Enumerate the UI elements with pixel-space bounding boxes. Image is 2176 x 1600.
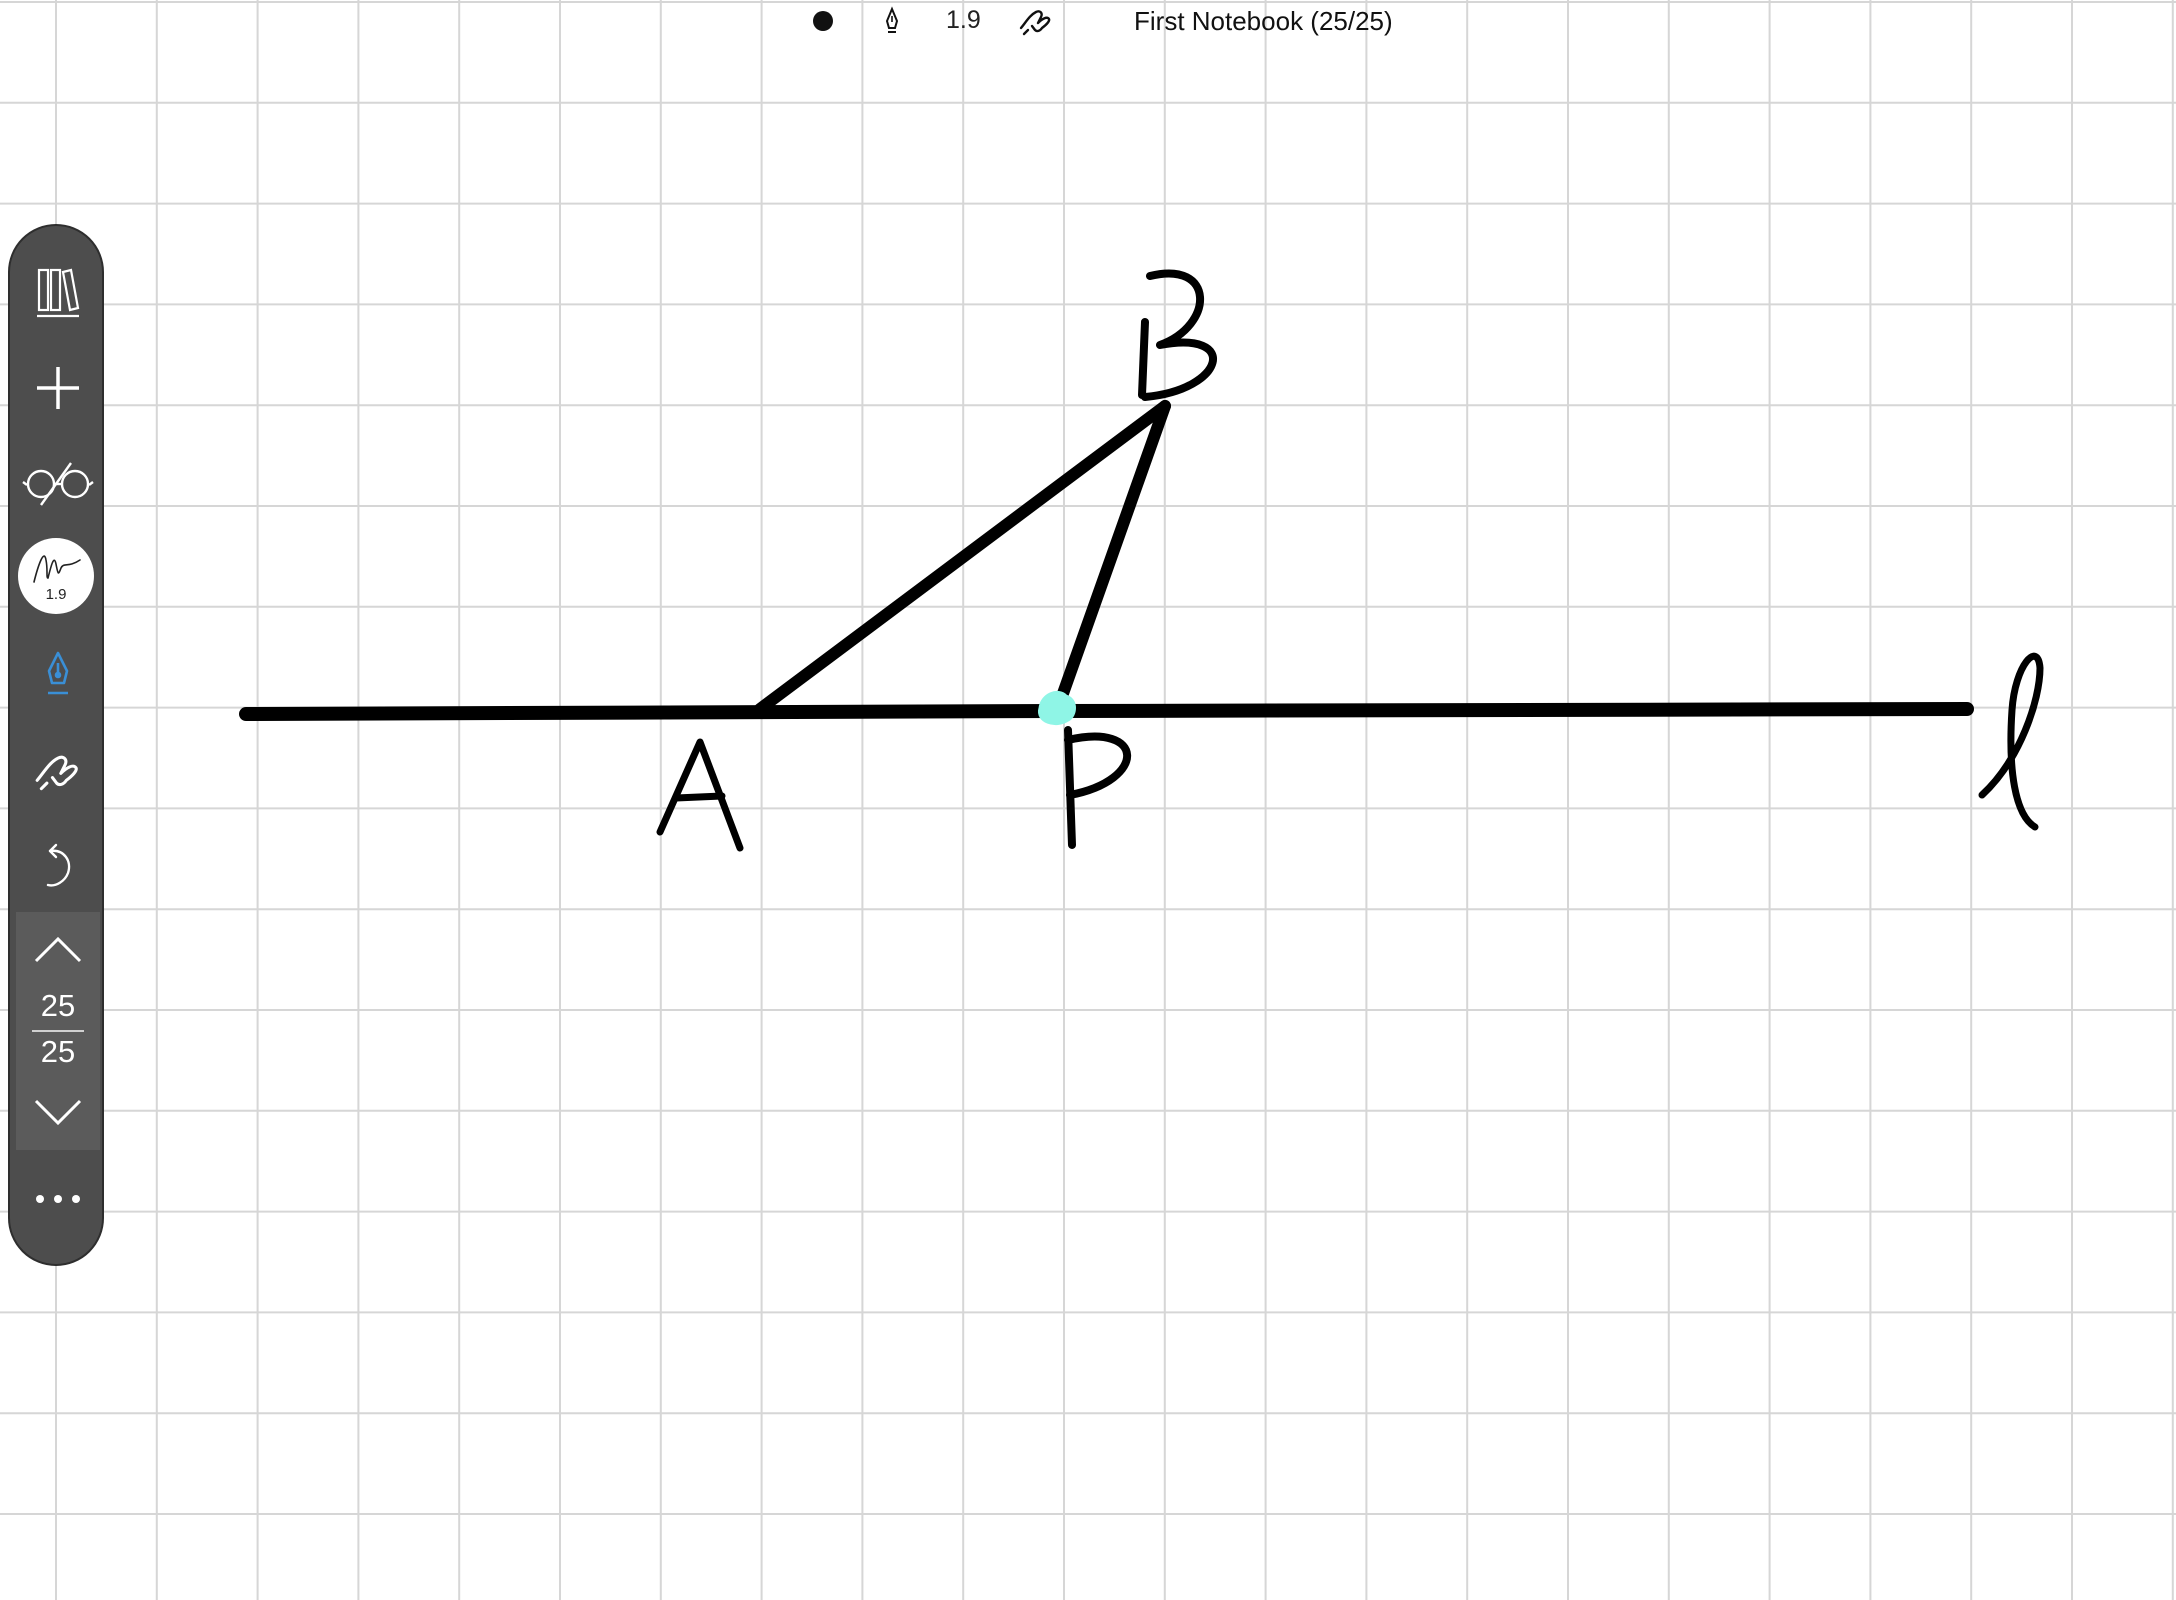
pen-icon [47,651,69,695]
read-mode-icon [22,462,94,506]
letter-a-bar-stroke [672,792,726,802]
undo-button[interactable] [10,828,106,908]
pen-size-label: 1.9 [946,6,981,34]
read-mode-button[interactable] [10,444,106,524]
add-icon [37,367,79,409]
library-icon [37,268,80,318]
more-dot-icon [54,1195,62,1203]
page-navigator: 25 25 [16,912,100,1150]
touch-writing-icon[interactable] [1018,4,1054,40]
line-l-stroke [239,702,1974,721]
top-status-bar: 1.9 First Notebook (25/25) [0,0,2176,44]
current-page-number: 25 [40,988,76,1023]
pen-icon[interactable] [880,6,904,38]
notebook-title: First Notebook (25/25) [1134,6,1393,36]
page-down-button[interactable] [16,1078,100,1148]
page-divider [32,1030,84,1032]
pen-color-dot[interactable] [813,11,833,31]
page-up-button[interactable] [16,914,100,984]
ink-canvas[interactable] [0,0,2176,1600]
total-pages-number: 25 [40,1034,76,1069]
letter-b-stroke [1138,318,1149,399]
pen-preview-size: 1.9 [45,586,67,603]
letter-p-bowl-stroke [1064,732,1131,799]
more-button[interactable] [10,1174,106,1224]
hand-icon [35,755,78,791]
touch-tool-button[interactable] [10,732,106,812]
left-toolbar: 1.9 25 25 [8,224,104,1266]
letter-b-bowls-stroke [1141,269,1217,401]
segment-ab-stroke [754,400,1171,715]
more-dot-icon [72,1195,80,1203]
page-down-icon [34,1099,82,1126]
more-dot-icon [36,1195,44,1203]
library-button[interactable] [10,252,106,332]
pen-preview-button[interactable]: 1.9 [18,538,94,614]
letter-l-stroke [1978,652,2044,831]
letter-p-stroke [1064,726,1076,849]
undo-icon [46,843,71,887]
add-page-button[interactable] [10,348,106,428]
pen-tool-button[interactable] [10,636,106,716]
point-p-highlight [1038,691,1076,725]
page-up-icon [34,936,82,963]
